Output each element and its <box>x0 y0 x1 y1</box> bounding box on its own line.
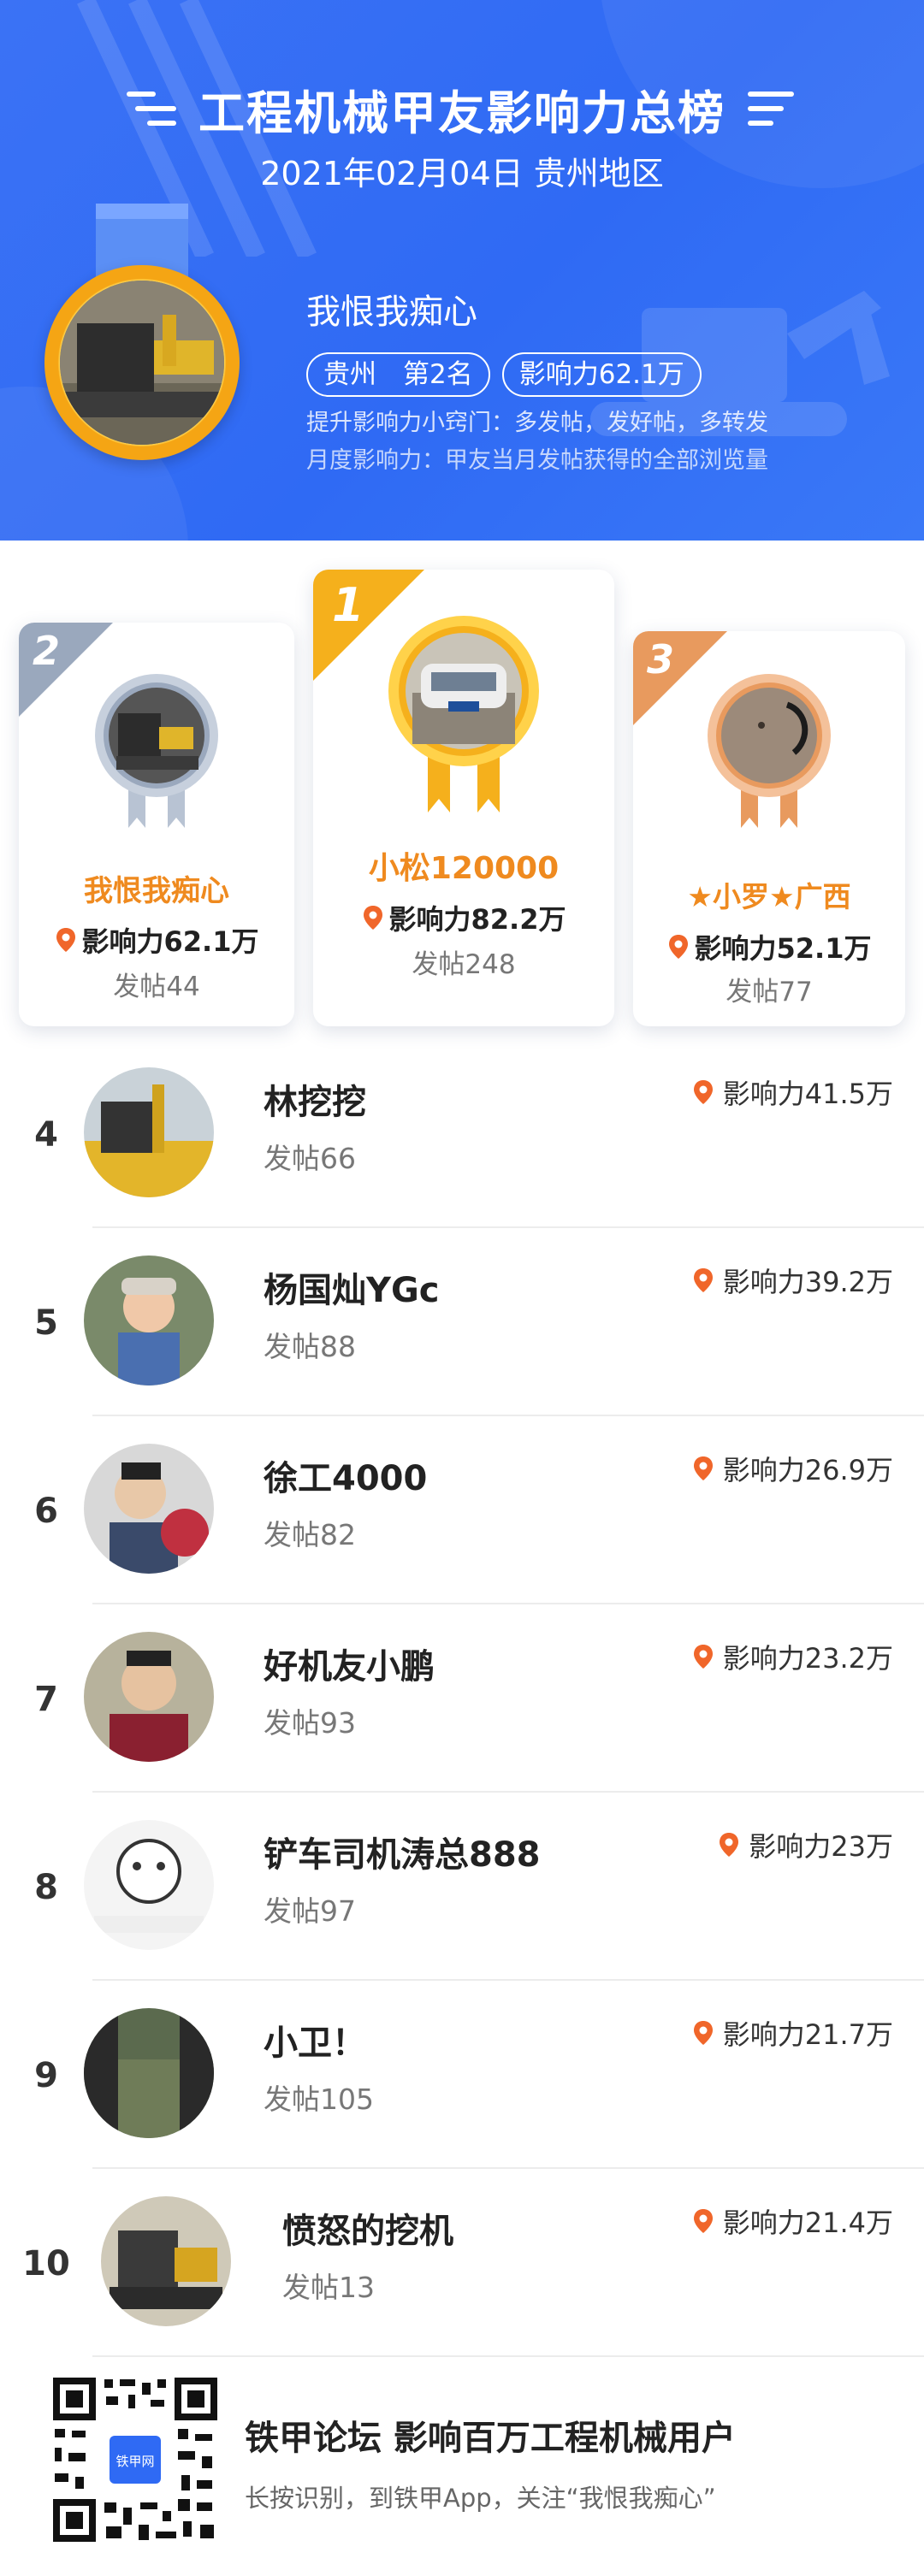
podium-name: ★小罗★广西 <box>687 880 851 913</box>
list-rank: 8 <box>34 1868 58 1907</box>
region-rank-badge: 贵州 第2名 <box>306 352 490 397</box>
podium-rank: 2 <box>33 628 61 674</box>
list-item[interactable]: 4 林挖挖发帖66 影响力41.5万 <box>0 1040 924 1228</box>
bronze-medal-avatar <box>708 674 831 828</box>
list-rank: 5 <box>34 1303 58 1343</box>
podium-influence-row: 影响力62.1万 <box>19 920 294 960</box>
location-pin-icon <box>692 1456 714 1481</box>
list-item[interactable]: 8 铲车司机涛总888 发帖97 影响力23万 <box>0 1793 924 1981</box>
list-rank: 7 <box>34 1680 58 1719</box>
list-posts: 发帖93 <box>264 1706 356 1740</box>
podium-rank: 1 <box>332 578 364 632</box>
qr-logo-text: 铁甲网 <box>116 2454 154 2469</box>
influence-badge: 影响力62.1万 <box>501 352 702 397</box>
gold-medal-avatar <box>388 616 539 812</box>
podium-influence: 影响力82.2万 <box>388 903 566 936</box>
tip-text: 提升影响力小窍门：多发帖，发好帖，多转发 <box>306 410 768 436</box>
location-pin-icon <box>692 1644 714 1669</box>
podium-posts: 发帖248 <box>412 949 516 980</box>
list-item[interactable]: 9 小卫！ 发帖105 影响力21.7万 <box>0 1981 924 2169</box>
location-pin-icon <box>692 2208 714 2234</box>
list-rank: 9 <box>34 2056 58 2095</box>
list-name: 徐工4000 <box>264 1459 428 1498</box>
row-divider <box>92 2355 924 2357</box>
header-banner: 工程机械甲友影响力总榜 2021年02月04日 贵州地区 我恨我痴心 贵州 第2… <box>0 0 924 541</box>
avatar[interactable] <box>84 1256 214 1385</box>
podium-card-3[interactable]: 3 ★小罗★广西 影响力52.1万 发帖77 <box>633 631 905 1026</box>
list-influence: 影响力23万 <box>749 1830 893 1863</box>
footer-subtitle: 长按识别，到铁甲App，关注“我恨我痴心” <box>245 2484 716 2513</box>
podium-card-2[interactable]: 2 我恨我痴心 影响力62.1万 发帖44 <box>19 623 294 1026</box>
list-influence-row: 影响力21.4万 <box>692 2201 893 2241</box>
list-influence-row: 影响力23.2万 <box>692 1637 893 1676</box>
list-posts: 发帖66 <box>264 1142 356 1175</box>
list-name: 小卫！ <box>264 2024 366 2063</box>
location-pin-icon <box>718 1832 740 1858</box>
location-pin-icon <box>362 905 384 931</box>
left-lines-icon <box>127 92 176 126</box>
page-title: 工程机械甲友影响力总榜 <box>198 86 726 140</box>
list-item[interactable]: 7 好机友小鹏发帖93 影响力23.2万 <box>0 1604 924 1793</box>
list-name: 杨国灿YGc <box>264 1271 440 1310</box>
podium-influence: 影响力62.1万 <box>81 925 259 958</box>
location-pin-icon <box>692 2020 714 2046</box>
page-subtitle: 2021年02月04日 贵州地区 <box>260 155 664 192</box>
avatar[interactable] <box>84 1067 214 1197</box>
podium-posts: 发帖77 <box>726 977 813 1007</box>
avatar[interactable] <box>84 2008 214 2138</box>
podium-card-1[interactable]: 1 小松120000 影响力82.2万 发帖248 <box>313 570 614 1026</box>
my-name: 我恨我痴心 <box>306 292 477 332</box>
list-rank: 4 <box>34 1115 58 1155</box>
definition-text: 月度影响力：甲友当月发帖获得的全部浏览量 <box>306 447 768 474</box>
list-posts: 发帖13 <box>282 2271 375 2304</box>
list-posts: 发帖97 <box>264 1894 356 1928</box>
podium-posts: 发帖44 <box>113 972 200 1002</box>
list-rank: 10 <box>22 2244 70 2284</box>
podium-name: 小松120000 <box>368 851 560 886</box>
right-lines-icon <box>748 92 797 126</box>
footer-title: 铁甲论坛 影响百万工程机械用户 <box>245 2419 736 2458</box>
list-posts: 发帖105 <box>264 2083 374 2116</box>
location-pin-icon <box>692 1267 714 1293</box>
location-pin-icon <box>667 934 690 960</box>
list-name: 林挖挖 <box>264 1083 366 1122</box>
list-name: 铲车司机涛总888 <box>264 1835 541 1875</box>
avatar[interactable] <box>84 1632 214 1762</box>
list-rank: 6 <box>34 1492 58 1531</box>
location-pin-icon <box>692 1079 714 1105</box>
podium-influence-row: 影响力52.1万 <box>633 927 905 966</box>
list-item[interactable]: 5 杨国灿YGc 发帖88 影响力39.2万 <box>0 1228 924 1416</box>
list-influence: 影响力21.7万 <box>722 2018 893 2051</box>
title-row: 工程机械甲友影响力总榜 <box>0 70 924 147</box>
avatar[interactable] <box>84 1820 214 1950</box>
list-influence: 影响力21.4万 <box>722 2207 893 2239</box>
list-item[interactable]: 10 愤怒的挖机发帖13 影响力21.4万 <box>0 2169 924 2357</box>
my-tags: 贵州 第2名 影响力62.1万 <box>306 352 702 397</box>
avatar[interactable] <box>101 2196 231 2326</box>
podium-rank: 3 <box>647 636 675 682</box>
my-avatar[interactable] <box>44 265 240 460</box>
excavator-photo <box>60 281 224 445</box>
list-item[interactable]: 6 徐工4000 发帖82 影响力26.9万 <box>0 1416 924 1604</box>
list-influence-row: 影响力26.9万 <box>692 1449 893 1488</box>
list-influence-row: 影响力23万 <box>718 1825 893 1864</box>
list-influence: 影响力23.2万 <box>722 1642 893 1675</box>
location-pin-icon <box>55 927 77 953</box>
list-posts: 发帖82 <box>264 1518 356 1551</box>
list-posts: 发帖88 <box>264 1330 356 1363</box>
podium-influence: 影响力52.1万 <box>694 932 872 965</box>
list-influence: 影响力26.9万 <box>722 1454 893 1486</box>
avatar[interactable] <box>84 1444 214 1574</box>
list-influence-row: 影响力39.2万 <box>692 1261 893 1300</box>
list-name: 好机友小鹏 <box>264 1647 435 1687</box>
list-influence-row: 影响力41.5万 <box>692 1072 893 1112</box>
list-influence: 影响力39.2万 <box>722 1266 893 1298</box>
list-name: 愤怒的挖机 <box>282 2212 453 2251</box>
list-influence: 影响力41.5万 <box>722 1078 893 1110</box>
list-influence-row: 影响力21.7万 <box>692 2013 893 2053</box>
podium-influence-row: 影响力82.2万 <box>313 898 614 937</box>
silver-medal-avatar <box>95 674 218 828</box>
podium-name: 我恨我痴心 <box>84 874 229 908</box>
qr-code-icon[interactable]: 铁甲网 <box>50 2374 221 2545</box>
